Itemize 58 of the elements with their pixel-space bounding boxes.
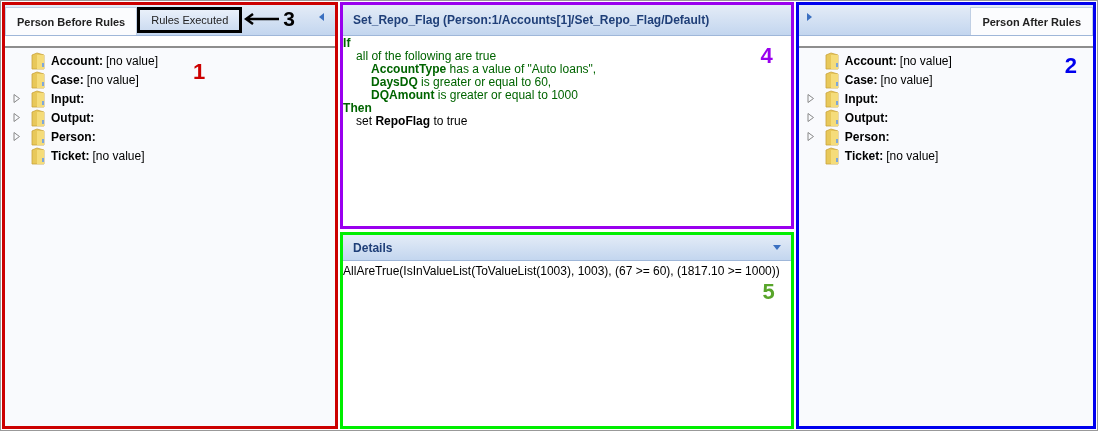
rule-line: DQAmount is greater or equal to 1000 <box>371 89 578 102</box>
tree-item-name[interactable]: Input: <box>844 91 879 106</box>
annotation-number: 2 <box>1064 53 1077 79</box>
rule-title: Set_Repo_Flag (Person:1/Accounts[1]/Set_Repo_Flag/Default) <box>343 5 791 36</box>
rule-line: set RepoFlag to true <box>355 115 468 128</box>
collapse-icon[interactable] <box>319 13 326 21</box>
expand-icon[interactable] <box>806 132 815 141</box>
tab[interactable]: Rules Executed <box>137 7 243 33</box>
details-title: Details <box>353 240 393 255</box>
tree-item-value: [no value] <box>106 53 159 68</box>
dropdown-icon[interactable] <box>772 245 781 250</box>
tab[interactable]: Person Before Rules <box>5 7 138 35</box>
expand-icon[interactable] <box>13 113 21 122</box>
expand-panel-icon[interactable] <box>806 13 813 21</box>
folder-icon <box>824 51 839 70</box>
folder-icon <box>824 108 839 127</box>
rule-line: Then <box>343 102 372 115</box>
rule-line: DaysDQ is greater or equal to 60, <box>370 76 552 89</box>
folder-icon <box>31 146 45 165</box>
annotation-number: 4 <box>760 43 773 69</box>
expand-icon[interactable] <box>13 94 21 103</box>
folder-icon <box>824 146 839 165</box>
tree-item-name[interactable]: Output: <box>844 110 889 125</box>
tree-item-name[interactable]: Person: <box>844 129 890 144</box>
tree-item-name[interactable]: Case: <box>51 72 84 87</box>
rule-line: all of the following are true <box>355 50 497 63</box>
folder-icon <box>824 89 839 108</box>
tree-item-name[interactable]: Case: <box>844 72 878 87</box>
tree-item-name[interactable]: Ticket: <box>51 148 90 163</box>
folder-icon <box>31 70 45 89</box>
tree-item-value: [no value] <box>880 72 933 87</box>
folder-icon <box>31 51 45 70</box>
tree-item-value: [no value] <box>92 148 145 163</box>
tree-item-name[interactable]: Person: <box>51 129 96 144</box>
expand-icon[interactable] <box>13 132 21 141</box>
tree-item-name[interactable]: Account: <box>51 53 103 68</box>
folder-icon <box>824 70 839 89</box>
annotation-number: 1 <box>193 59 206 85</box>
folder-icon <box>824 127 839 146</box>
folder-icon <box>31 89 45 108</box>
expand-icon[interactable] <box>806 94 815 103</box>
tree-item-value: [no value] <box>886 148 939 163</box>
annotation-number: 5 <box>762 279 775 305</box>
callout-number: 3 <box>283 7 295 31</box>
rule-line: If <box>343 37 351 50</box>
tab[interactable]: Person After Rules <box>970 7 1093 35</box>
expand-icon[interactable] <box>806 113 815 122</box>
tree-item-name[interactable]: Account: <box>844 53 897 68</box>
folder-icon <box>31 127 45 146</box>
tree-item-name[interactable]: Input: <box>51 91 85 106</box>
tree-item-name[interactable]: Output: <box>51 110 95 125</box>
rule-line: AccountType has a value of "Auto loans", <box>370 63 597 76</box>
arrow-icon <box>244 13 281 25</box>
expression-text: AllAreTrue(IsInValueList(ToValueList(1003), 1003), (67 >= 60), (1817.10 >= 1000)) <box>343 263 781 278</box>
folder-icon <box>31 108 45 127</box>
tree-item-value: [no value] <box>86 72 139 87</box>
tree-item-value: [no value] <box>899 53 952 68</box>
tree-item-name[interactable]: Ticket: <box>844 148 884 163</box>
